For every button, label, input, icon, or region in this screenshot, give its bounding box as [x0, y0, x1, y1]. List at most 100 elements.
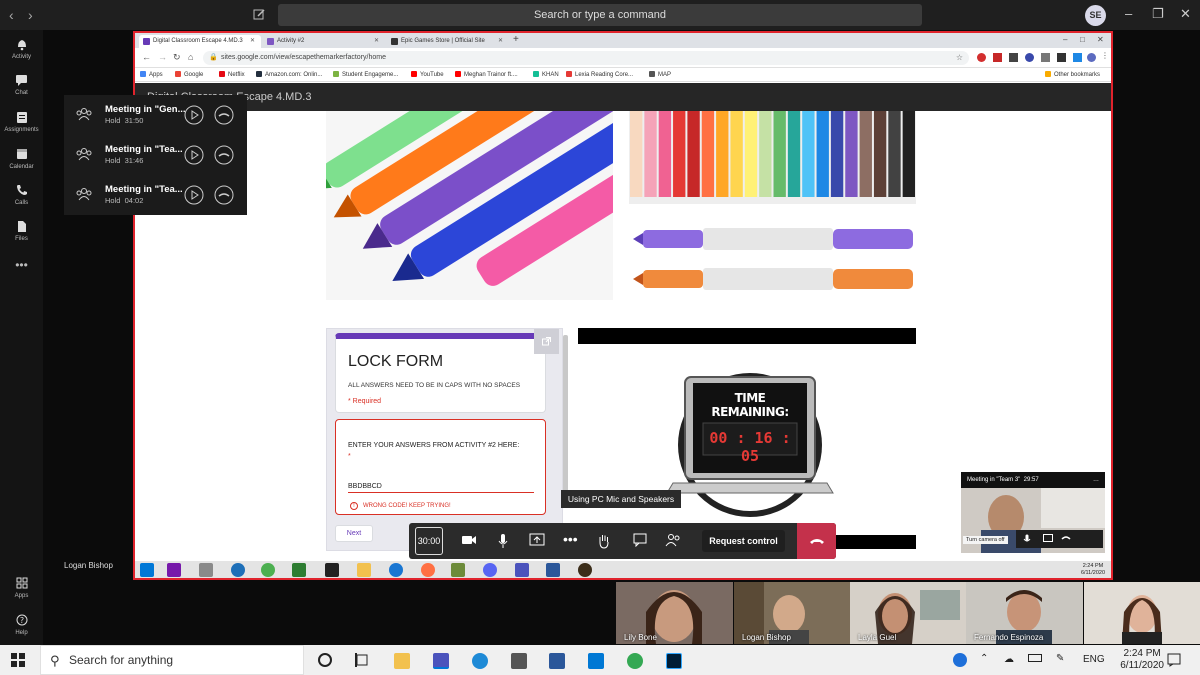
photoshop-icon[interactable]	[666, 653, 682, 669]
app-icon[interactable]	[578, 563, 592, 577]
more-actions-icon[interactable]: •••	[563, 531, 578, 547]
back-arrow-icon[interactable]: ←	[142, 52, 151, 62]
tab-epic-games[interactable]: Epic Games Store | Official Site ✕	[387, 35, 509, 48]
windows-start-icon[interactable]	[11, 653, 25, 667]
rail-calendar[interactable]: Calendar	[0, 148, 43, 170]
back-arrow-icon[interactable]: ‹	[9, 7, 14, 23]
system-clock[interactable]: 2:24 PM 6/11/2020	[1120, 648, 1164, 672]
inner-clock[interactable]: 2:24 PM 6/11/2020	[1081, 563, 1105, 577]
teams-icon[interactable]	[433, 653, 449, 669]
raise-hand-icon[interactable]	[597, 533, 611, 549]
share-screen-icon[interactable]	[529, 533, 545, 547]
microphone-icon[interactable]	[497, 533, 509, 549]
hang-up-button[interactable]	[214, 145, 234, 165]
star-icon[interactable]: ☆	[956, 51, 963, 65]
app-icon[interactable]	[231, 563, 245, 577]
forward-arrow-icon[interactable]: →	[158, 52, 167, 62]
tab-digital-classroom[interactable]: Digital Classroom Escape 4.MD.3 ✕	[139, 35, 261, 48]
minecraft-icon[interactable]	[451, 563, 465, 577]
chrome-icon[interactable]	[627, 653, 643, 669]
request-control-button[interactable]: Request control	[702, 530, 785, 552]
participant-video[interactable]: Logan Bishop	[734, 582, 851, 644]
bookmark-apps[interactable]: Apps	[140, 71, 163, 78]
held-meeting-item[interactable]: Meeting in "Gen... Hold 31:50	[64, 95, 247, 135]
hang-up-icon[interactable]	[1061, 534, 1071, 542]
participants-icon[interactable]	[665, 533, 681, 547]
camera-icon[interactable]	[461, 533, 477, 547]
teams-icon[interactable]	[515, 563, 529, 577]
onedrive-icon[interactable]: ☁	[1004, 654, 1014, 665]
windows-search-input[interactable]: ⚲ Search for anything	[40, 645, 304, 675]
restore-icon[interactable]: □	[1080, 35, 1085, 44]
resume-button[interactable]	[184, 185, 204, 205]
extension-icon[interactable]	[993, 53, 1002, 62]
rail-help[interactable]: ? Help	[0, 614, 43, 636]
extension-icon[interactable]	[1009, 53, 1018, 62]
held-meeting-item[interactable]: Meeting in "Tea... Hold 04:02	[64, 175, 247, 215]
answer-input[interactable]	[348, 480, 534, 493]
turn-camera-off-button[interactable]: Turn camera off	[963, 536, 1008, 544]
file-explorer-icon[interactable]	[357, 563, 371, 577]
tab-close-icon[interactable]: ✕	[250, 35, 255, 48]
discord-icon[interactable]	[483, 563, 497, 577]
compose-icon[interactable]	[253, 8, 266, 21]
rail-calls[interactable]: Calls	[0, 184, 43, 206]
participant-video[interactable]	[1084, 582, 1200, 644]
bookmark-google[interactable]: Google	[175, 71, 203, 78]
extension-icon[interactable]	[1057, 53, 1066, 62]
extension-icon[interactable]	[1041, 53, 1050, 62]
edge-icon[interactable]	[472, 653, 488, 669]
rail-files[interactable]: Files	[0, 220, 43, 242]
minimize-icon[interactable]: –	[1063, 35, 1067, 44]
more-options-icon[interactable]: …	[1093, 472, 1099, 488]
camera-app-icon[interactable]	[511, 653, 527, 669]
battery-icon[interactable]	[1028, 654, 1042, 662]
chevron-up-icon[interactable]: ⌃	[980, 653, 988, 664]
restore-icon[interactable]: ❐	[1152, 6, 1164, 22]
help-icon[interactable]	[953, 653, 967, 667]
edge-icon[interactable]	[389, 563, 403, 577]
rail-activity[interactable]: Activity	[0, 38, 43, 60]
participant-video[interactable]: Layla Guel	[850, 582, 967, 644]
pen-icon[interactable]: ✎	[1056, 653, 1064, 664]
held-meeting-item[interactable]: Meeting in "Tea... Hold 31:46	[64, 135, 247, 175]
firefox-icon[interactable]	[421, 563, 435, 577]
bookmark-meghan-trainor[interactable]: Meghan Trainor ft....	[455, 71, 518, 78]
bookmark-youtube[interactable]: YouTube	[411, 71, 444, 78]
word-icon[interactable]	[549, 653, 565, 669]
notifications-icon[interactable]	[1167, 653, 1181, 667]
menu-dots-icon[interactable]: ⋮	[1101, 51, 1109, 60]
share-screen-icon[interactable]	[1043, 534, 1053, 543]
extension-icon[interactable]	[977, 53, 986, 62]
tab-close-icon[interactable]: ✕	[374, 35, 379, 48]
extension-icon[interactable]	[1073, 53, 1082, 62]
language-indicator[interactable]: ENG	[1083, 654, 1105, 665]
bookmark-student-engagement[interactable]: Student Engageme...	[333, 71, 398, 78]
task-view-icon[interactable]	[354, 652, 370, 668]
file-explorer-icon[interactable]	[394, 653, 410, 669]
rail-chat[interactable]: Chat	[0, 74, 43, 96]
microphone-icon[interactable]	[1023, 534, 1031, 544]
bookmark-netflix[interactable]: Netflix	[219, 71, 245, 78]
onenote-icon[interactable]	[167, 563, 181, 577]
epic-games-icon[interactable]	[325, 563, 339, 577]
word-icon[interactable]	[546, 563, 560, 577]
close-icon[interactable]: ✕	[1097, 35, 1104, 44]
url-bar[interactable]: 🔒 sites.google.com/view/escapethemarkerf…	[203, 51, 969, 65]
rail-apps[interactable]: Apps	[0, 577, 43, 599]
forward-arrow-icon[interactable]: ›	[28, 7, 33, 23]
windows-start-icon[interactable]	[140, 563, 154, 577]
bookmark-amazon[interactable]: Amazon.com: Onlin...	[256, 71, 322, 78]
hang-up-button[interactable]	[214, 105, 234, 125]
next-button[interactable]: Next	[335, 525, 373, 542]
bookmark-other[interactable]: Other bookmarks	[1045, 71, 1100, 78]
tab-close-icon[interactable]: ✕	[498, 35, 503, 48]
hang-up-button[interactable]	[214, 185, 234, 205]
bookmark-map[interactable]: MAP	[649, 71, 671, 78]
cortana-icon[interactable]	[317, 652, 333, 668]
tab-activity-2[interactable]: Activity #2 ✕	[263, 35, 385, 48]
participant-video[interactable]: Fernando Espinoza	[966, 582, 1083, 644]
resume-button[interactable]	[184, 145, 204, 165]
teams-search-input[interactable]: Search or type a command	[278, 4, 922, 26]
user-avatar[interactable]: SE	[1085, 5, 1106, 26]
